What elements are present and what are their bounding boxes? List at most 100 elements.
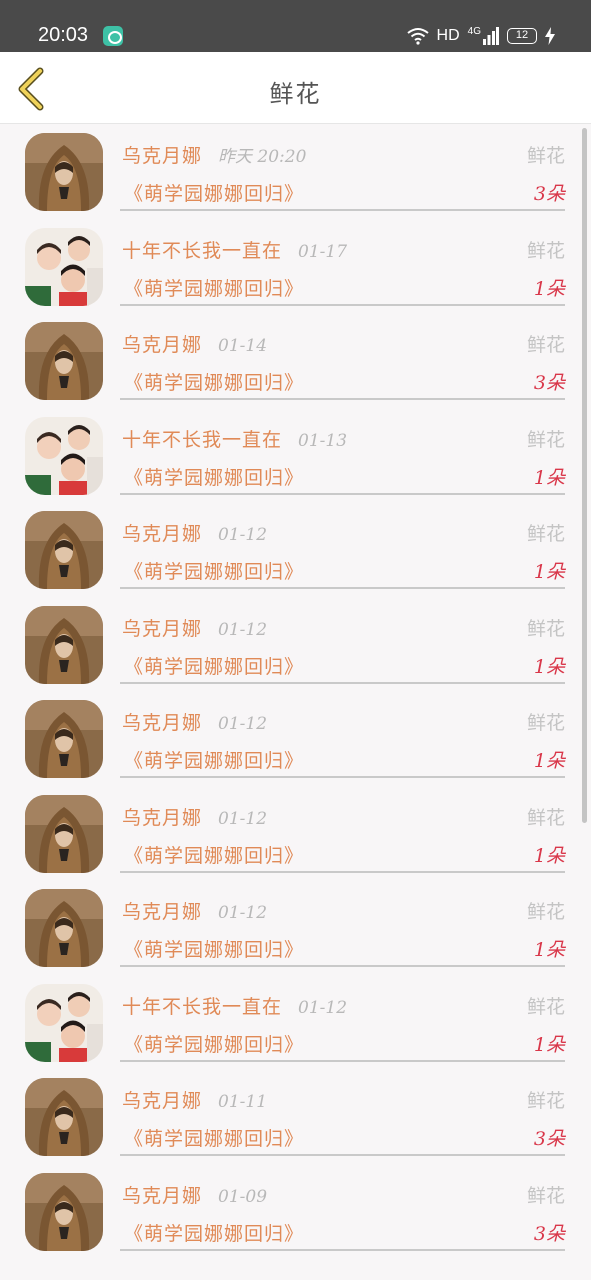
flower-gift-list[interactable]: 乌克月娜 昨天 20:20 鲜花 《萌学园娜娜回归》 3朵 十年不长我一直在 01-… <box>0 125 591 1280</box>
book-title: 《萌学园娜娜回归》 <box>124 750 305 772</box>
list-item[interactable]: 十年不长我一直在 01-13 鲜花 《萌学园娜娜回归》 1朵 <box>0 409 591 504</box>
hd-indicator: HD <box>436 27 460 44</box>
gift-count: 1朵 <box>533 561 565 583</box>
avatar[interactable] <box>25 889 103 967</box>
network-gen-indicator: 4G <box>467 25 481 37</box>
sender-name-text: 乌克月娜 <box>122 334 203 356</box>
page-title: 鲜花 <box>269 80 322 108</box>
book-title: 《萌学园娜娜回归》 <box>124 1222 305 1245</box>
gift-type: 鲜花 <box>526 617 565 640</box>
avatar[interactable] <box>25 1172 103 1251</box>
avatar[interactable] <box>25 227 103 306</box>
sender-name: 十年不长我一直在 01-17 <box>122 236 347 263</box>
sender-name-text: 乌克月娜 <box>122 523 203 545</box>
list-item[interactable]: 十年不长我一直在 01-17 鲜花 《萌学园娜娜回归》 1朵 <box>0 220 591 315</box>
scrollbar[interactable] <box>582 128 587 823</box>
avatar[interactable] <box>25 983 103 1062</box>
gift-count: 3朵 <box>533 1128 565 1150</box>
gift-type: 鲜花 <box>526 995 565 1018</box>
sender-name-text: 乌克月娜 <box>122 806 203 829</box>
list-item[interactable]: 乌克月娜 01-12 鲜花 《萌学园娜娜回归》 1朵 <box>0 503 591 598</box>
gift-type: 鲜花 <box>526 239 565 262</box>
list-item[interactable]: 乌克月娜 01-11 鲜花 《萌学园娜娜回归》 3朵 <box>0 1070 591 1165</box>
list-item[interactable]: 乌克月娜 01-12 鲜花 《萌学园娜娜回归》 1朵 <box>0 787 591 882</box>
gift-date: 01-12 <box>218 714 268 734</box>
row-divider <box>120 1248 565 1251</box>
sender-name: 乌克月娜 01-09 <box>122 1181 267 1208</box>
wifi-icon <box>406 27 429 45</box>
sender-name-text: 乌克月娜 <box>122 712 203 734</box>
row-divider <box>120 587 565 589</box>
gift-type: 鲜花 <box>526 806 565 829</box>
list-item[interactable]: 乌克月娜 01-12 鲜花 《萌学园娜娜回归》 1朵 <box>0 881 591 976</box>
sender-name-text: 乌克月娜 <box>122 1090 203 1112</box>
list-item[interactable]: 乌克月娜 01-09 鲜花 《萌学园娜娜回归》 3朵 <box>0 1165 591 1260</box>
gift-date: 01-14 <box>218 336 268 356</box>
avatar[interactable] <box>25 1078 103 1156</box>
charging-bolt-icon <box>545 27 555 45</box>
sender-name-text: 乌克月娜 <box>122 901 203 923</box>
list-item[interactable]: 乌克月娜 01-12 鲜花 《萌学园娜娜回归》 1朵 <box>0 692 591 787</box>
gift-date: 01-12 <box>218 525 268 545</box>
row-divider <box>120 681 565 684</box>
gift-count: 1朵 <box>533 466 565 489</box>
sender-name-text: 乌克月娜 <box>122 617 203 640</box>
book-title: 《萌学园娜娜回归》 <box>124 844 305 867</box>
book-title: 《萌学园娜娜回归》 <box>124 372 305 394</box>
sender-name: 乌克月娜 01-12 <box>122 708 267 735</box>
gift-date: 01-17 <box>298 241 348 262</box>
notification-app-icon <box>103 26 123 46</box>
sender-name-text: 十年不长我一直在 <box>122 239 283 262</box>
avatar[interactable] <box>25 700 103 778</box>
sender-name: 乌克月娜 01-12 <box>122 803 267 830</box>
book-title: 《萌学园娜娜回归》 <box>124 1128 305 1150</box>
avatar[interactable] <box>25 133 103 211</box>
gift-type: 鲜花 <box>526 1184 565 1207</box>
gift-count: 1朵 <box>533 844 565 867</box>
gift-date: 01-13 <box>298 430 348 451</box>
avatar[interactable] <box>25 416 103 495</box>
list-item[interactable]: 乌克月娜 01-14 鲜花 《萌学园娜娜回归》 3朵 <box>0 314 591 409</box>
avatar[interactable] <box>25 605 103 684</box>
list-item[interactable]: 十年不长我一直在 01-12 鲜花 《萌学园娜娜回归》 1朵 <box>0 976 591 1071</box>
gift-date: 01-11 <box>218 1092 268 1112</box>
avatar[interactable] <box>25 511 103 589</box>
gift-count: 1朵 <box>533 939 565 961</box>
row-divider <box>120 303 565 306</box>
row-divider <box>120 1154 565 1156</box>
gift-count: 1朵 <box>533 1033 565 1056</box>
sender-name: 乌克月娜 01-12 <box>122 614 267 641</box>
gift-date: 01-09 <box>218 1186 268 1207</box>
gift-count: 3朵 <box>533 372 565 394</box>
gift-type: 鲜花 <box>526 145 565 167</box>
list-item[interactable]: 乌克月娜 01-12 鲜花 《萌学园娜娜回归》 1朵 <box>0 598 591 693</box>
status-bar: 20:03 HD 4G 12 <box>0 0 591 52</box>
gift-type: 鲜花 <box>526 523 565 545</box>
row-divider <box>120 965 565 967</box>
sender-name-text: 十年不长我一直在 <box>122 428 283 451</box>
gift-count: 1朵 <box>533 750 565 772</box>
sender-name-text: 乌克月娜 <box>122 1184 203 1207</box>
list-item[interactable]: 乌克月娜 昨天 20:20 鲜花 《萌学园娜娜回归》 3朵 <box>0 125 591 220</box>
book-title: 《萌学园娜娜回归》 <box>124 466 305 489</box>
row-divider <box>120 776 565 778</box>
sender-name: 乌克月娜 01-11 <box>122 1086 267 1113</box>
sender-name-text: 乌克月娜 <box>122 145 203 167</box>
gift-type: 鲜花 <box>526 712 565 734</box>
status-indicators: HD 4G 12 <box>406 24 555 48</box>
sender-name: 乌克月娜 01-14 <box>122 330 267 357</box>
row-divider <box>120 398 565 400</box>
gift-type: 鲜花 <box>526 1090 565 1112</box>
gift-date: 01-12 <box>218 903 268 923</box>
avatar[interactable] <box>25 322 103 400</box>
book-title: 《萌学园娜娜回归》 <box>124 1033 305 1056</box>
book-title: 《萌学园娜娜回归》 <box>124 277 305 300</box>
signal-icon <box>483 27 499 45</box>
row-divider <box>120 870 565 873</box>
book-title: 《萌学园娜娜回归》 <box>124 561 305 583</box>
book-title: 《萌学园娜娜回归》 <box>124 939 305 961</box>
sender-name-text: 十年不长我一直在 <box>122 995 283 1018</box>
avatar[interactable] <box>25 794 103 873</box>
sender-name: 乌克月娜 昨天 20:20 <box>122 141 306 168</box>
app-bar: 鲜花 <box>0 52 591 124</box>
